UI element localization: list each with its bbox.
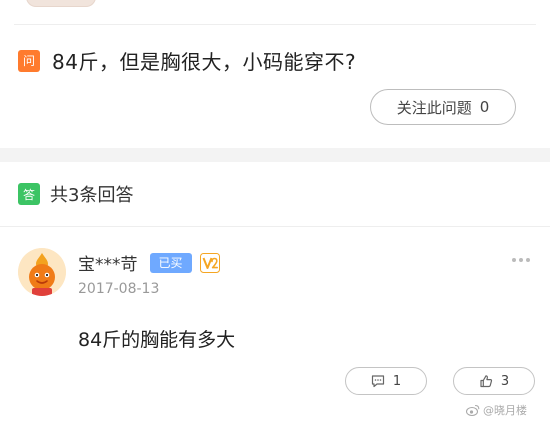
section-separator — [0, 148, 550, 162]
answer-badge: 答 — [18, 183, 40, 205]
purchased-tag: 已买 — [149, 252, 192, 273]
vip-level-icon — [199, 252, 220, 273]
divider — [0, 226, 550, 227]
user-avatar[interactable] — [18, 248, 66, 296]
comment-count: 1 — [392, 373, 402, 389]
divider — [14, 24, 536, 25]
follow-question-button[interactable]: 关注此问题 0 — [370, 89, 516, 125]
answer-user-row: 宝***苛 已买 — [78, 250, 220, 275]
user-name[interactable]: 宝***苛 — [78, 250, 138, 275]
more-options-icon[interactable] — [512, 258, 530, 262]
question-text: 84斤，但是胸很大，小码能穿不? — [52, 50, 357, 74]
previous-section — [0, 0, 550, 28]
follow-count: 0 — [479, 98, 490, 116]
like-count: 3 — [500, 373, 510, 389]
like-button[interactable]: 3 — [453, 367, 535, 395]
watermark: @晓月楼 — [466, 402, 527, 418]
product-thumbnail[interactable] — [26, 0, 96, 7]
avatar-mascot-icon — [18, 248, 66, 296]
answers-count-text: 共3条回答 — [50, 185, 134, 206]
question-badge: 问 — [18, 49, 40, 72]
comment-icon — [371, 375, 384, 388]
weibo-logo-icon — [466, 404, 480, 416]
comment-button[interactable]: 1 — [345, 367, 427, 395]
watermark-text: @晓月楼 — [483, 404, 527, 417]
answer-date: 2017-08-13 — [78, 281, 160, 297]
answer-content: 84斤的胸能有多大 — [78, 329, 236, 351]
thumbs-up-icon — [480, 375, 492, 388]
follow-label: 关注此问题 — [396, 98, 472, 117]
answers-header: 答 共3条回答 — [18, 181, 133, 207]
question-row: 问 84斤，但是胸很大，小码能穿不? — [18, 46, 356, 75]
